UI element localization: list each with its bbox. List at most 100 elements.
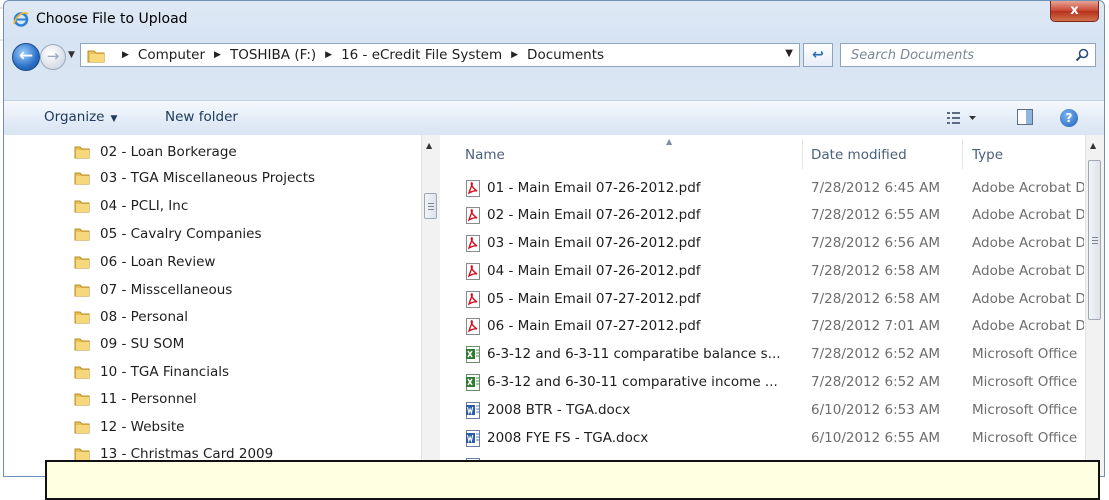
file-row[interactable]: 02 - Main Email 07-26-2012.pdf 7/28/2012 …	[465, 202, 1085, 229]
nav-folder[interactable]: 08 - Personal	[74, 304, 188, 330]
folder-icon	[74, 284, 90, 297]
folder-icon	[74, 200, 90, 213]
address-dropdown-icon[interactable]: ▼	[785, 48, 793, 59]
file-type: Microsoft Office	[972, 374, 1078, 390]
file-row[interactable]: 06 - Main Email 07-27-2012.pdf 7/28/2012 …	[465, 313, 1085, 340]
file-date-modified: 7/28/2012 6:45 AM	[811, 180, 941, 196]
nav-folder-label: 04 - PCLI, Inc	[100, 198, 189, 214]
file-name: 6-3-12 and 6-30-11 comparative income ..…	[487, 374, 778, 390]
search-icon[interactable]	[1075, 48, 1089, 62]
column-header-name[interactable]: Name	[465, 147, 505, 163]
scroll-up-icon[interactable]: ▲	[426, 141, 432, 150]
file-date-modified: 7/28/2012 7:01 AM	[811, 318, 941, 334]
file-type: Adobe Acrobat D	[972, 207, 1084, 223]
file-list-scrollbar[interactable]: ▲	[1085, 135, 1104, 476]
breadcrumb: ▶ Computer ▶ TOSHIBA (F:) ▶ 16 - eCredit…	[113, 47, 604, 63]
pdf-icon	[465, 291, 481, 312]
file-type: Microsoft Office	[972, 346, 1078, 362]
preview-pane-icon[interactable]	[1017, 109, 1033, 125]
file-name: 2008 BTR - TGA.docx	[487, 402, 631, 418]
excel-icon	[465, 374, 481, 395]
file-type: Adobe Acrobat D	[972, 318, 1084, 334]
column-header-date-modified[interactable]: Date modified	[811, 147, 907, 163]
breadcrumb-arrow-icon[interactable]: ▶	[214, 50, 221, 60]
window-title: Choose File to Upload	[36, 11, 188, 27]
folder-icon	[74, 366, 90, 379]
column-header-type[interactable]: Type	[972, 147, 1003, 163]
breadcrumb-item-ecredit[interactable]: 16 - eCredit File System	[341, 47, 502, 63]
folder-icon	[74, 311, 90, 324]
folder-icon	[74, 393, 90, 406]
nav-folder[interactable]: 06 - Loan Review	[74, 249, 215, 275]
address-bar[interactable]: ▶ Computer ▶ TOSHIBA (F:) ▶ 16 - eCredit…	[80, 43, 800, 67]
title-bar[interactable]: Choose File to Upload x	[4, 1, 1104, 35]
navigation-pane: 02 - Loan Borkerage 03 - TGA Miscellaneo…	[4, 135, 441, 476]
new-folder-button[interactable]: New folder	[165, 109, 238, 125]
breadcrumb-arrow-icon[interactable]: ▶	[122, 50, 129, 60]
column-divider[interactable]	[802, 139, 803, 169]
scrollbar-thumb[interactable]	[424, 193, 437, 219]
nav-folder[interactable]: 09 - SU SOM	[74, 331, 184, 357]
file-row[interactable]: 6-3-12 and 6-3-11 comparatibe balance s.…	[465, 341, 1085, 368]
file-type: Adobe Acrobat D	[972, 180, 1084, 196]
nav-folder-label: 05 - Cavalry Companies	[100, 226, 262, 242]
file-type: Microsoft Office	[972, 402, 1078, 418]
file-type: Adobe Acrobat D	[972, 263, 1084, 279]
scrollbar-thumb[interactable]	[1088, 160, 1101, 320]
close-button[interactable]: x	[1050, 1, 1099, 22]
nav-folder[interactable]: 02 - Loan Borkerage	[74, 139, 237, 165]
breadcrumb-arrow-icon[interactable]: ▶	[325, 50, 332, 60]
file-type: Adobe Acrobat D	[972, 291, 1084, 307]
file-row[interactable]: 04 - Main Email 07-26-2012.pdf 7/28/2012 …	[465, 258, 1085, 285]
folder-icon	[74, 228, 90, 241]
sort-ascending-icon: ▲	[666, 137, 673, 146]
forward-button[interactable]: →	[40, 44, 66, 70]
file-row[interactable]: 2008 BTR - TGA.docx 6/10/2012 6:53 AM Micr…	[465, 397, 1085, 424]
column-divider[interactable]	[962, 139, 963, 169]
nav-folder[interactable]: 05 - Cavalry Companies	[74, 221, 262, 247]
navigation-scrollbar[interactable]: ▲	[421, 135, 440, 476]
scroll-up-icon[interactable]: ▲	[1090, 141, 1096, 150]
back-button[interactable]: ←	[12, 43, 40, 71]
nav-folder[interactable]: 07 - Misscellaneous	[74, 277, 232, 303]
recent-pages-dropdown-icon[interactable]: ▼	[68, 50, 75, 60]
pdf-icon	[465, 207, 481, 228]
nav-folder-label: 09 - SU SOM	[100, 336, 185, 352]
file-date-modified: 7/28/2012 6:52 AM	[811, 374, 941, 390]
nav-folder[interactable]: 03 - TGA Miscellaneous Projects	[74, 165, 315, 191]
chevron-down-icon: ▼	[110, 114, 118, 124]
file-name: 6-3-12 and 6-3-11 comparatibe balance s.…	[487, 346, 781, 362]
breadcrumb-arrow-icon[interactable]: ▶	[511, 50, 518, 60]
nav-folder[interactable]: 04 - PCLI, Inc	[74, 193, 188, 219]
file-list-pane: ▲ Name Date modified Type 01 - Main Emai…	[441, 135, 1104, 476]
nav-folder-label: 03 - TGA Miscellaneous Projects	[100, 170, 316, 186]
change-view-icon[interactable]	[946, 110, 978, 126]
refresh-button[interactable]: ↩	[803, 43, 833, 67]
file-row[interactable]: 6-3-12 and 6-30-11 comparative income ..…	[465, 369, 1085, 396]
file-date-modified: 7/28/2012 6:58 AM	[811, 263, 941, 279]
word-icon	[465, 430, 481, 451]
folder-icon	[74, 146, 90, 159]
breadcrumb-item-computer[interactable]: Computer	[138, 47, 205, 63]
file-row[interactable]: 2008 FYE FS - TGA.docx 6/10/2012 6:55 AM M…	[465, 425, 1085, 452]
nav-folder-label: 10 - TGA Financials	[100, 364, 230, 380]
search-box	[840, 43, 1096, 67]
file-name: 02 - Main Email 07-26-2012.pdf	[487, 207, 701, 223]
file-row[interactable]: 01 - Main Email 07-26-2012.pdf 7/28/2012 …	[465, 175, 1085, 202]
help-icon[interactable]: ?	[1060, 109, 1078, 127]
nav-folder[interactable]: 11 - Personnel	[74, 386, 197, 412]
nav-folder[interactable]: 12 - Website	[74, 414, 184, 440]
search-input[interactable]	[841, 44, 1071, 66]
file-row[interactable]: 03 - Main Email 07-26-2012.pdf 7/28/2012 …	[465, 230, 1085, 257]
folder-icon	[74, 256, 90, 269]
nav-folder-label: 11 - Personnel	[100, 391, 197, 407]
organize-label: Organize	[44, 109, 105, 125]
organize-button[interactable]: Organize ▼	[44, 109, 117, 125]
file-row[interactable]: 05 - Main Email 07-27-2012.pdf 7/28/2012 …	[465, 286, 1085, 313]
breadcrumb-item-documents[interactable]: Documents	[527, 47, 604, 63]
command-toolbar: Organize ▼ New folder ?	[4, 100, 1104, 136]
nav-folder[interactable]: 10 - TGA Financials	[74, 359, 229, 385]
breadcrumb-item-drive[interactable]: TOSHIBA (F:)	[230, 47, 316, 63]
folder-icon	[74, 172, 90, 185]
navigation-bar: ← → ▼ ▶ Computer ▶ TOSHIBA (F:) ▶ 16 - e…	[4, 38, 1104, 74]
